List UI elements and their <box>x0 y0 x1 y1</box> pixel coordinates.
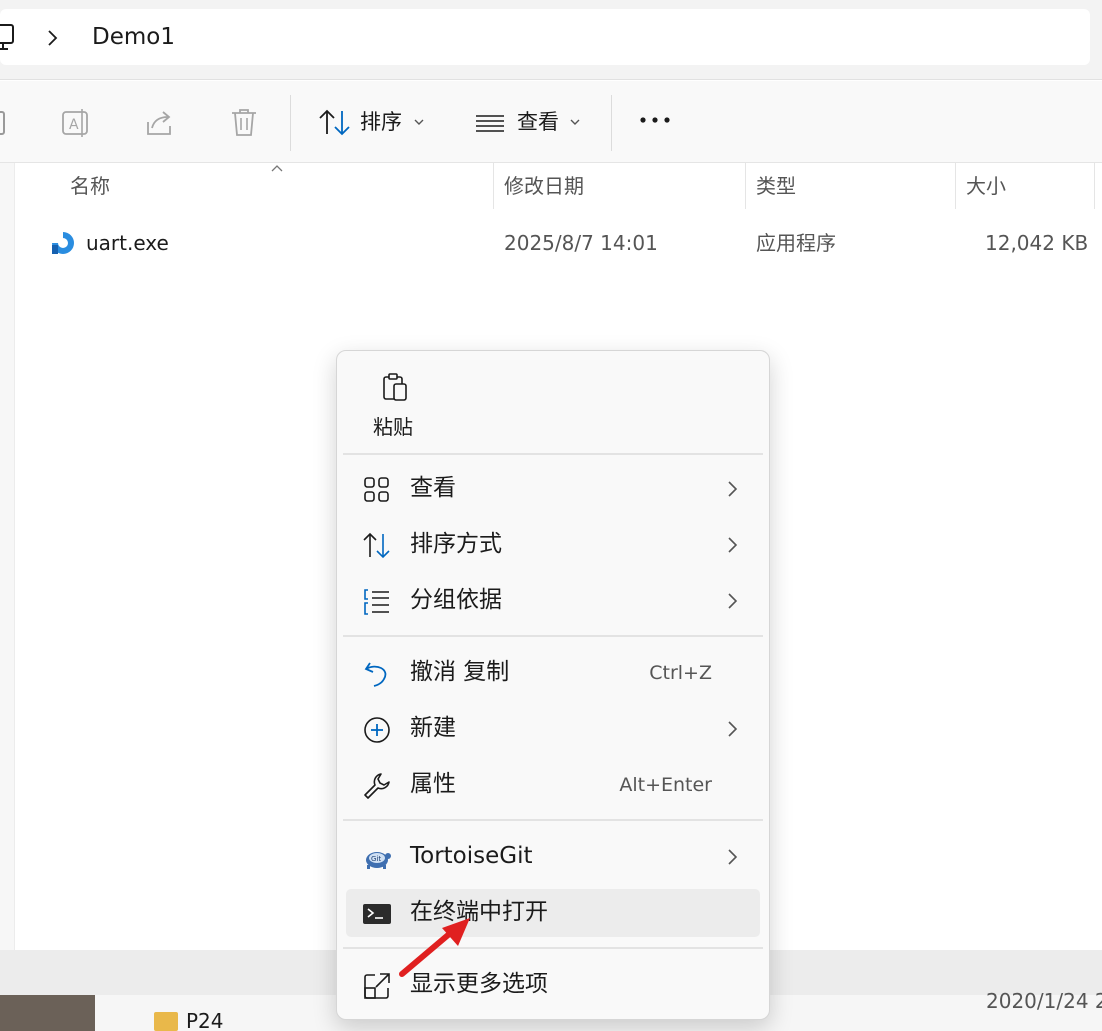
column-divider[interactable] <box>493 163 494 209</box>
menu-item-label: TortoiseGit <box>410 843 533 869</box>
menu-item-view[interactable]: 查看 <box>346 465 760 513</box>
chevron-right-icon <box>728 593 738 609</box>
menu-divider <box>343 635 763 637</box>
svg-text:Git: Git <box>371 855 381 863</box>
sort-ascending-icon <box>271 165 283 172</box>
this-pc-icon[interactable] <box>0 24 14 52</box>
svg-text:A: A <box>69 117 79 133</box>
menu-item-label: 查看 <box>410 475 456 501</box>
file-modified: 2025/8/7 14:01 <box>504 231 658 255</box>
plus-circle-icon <box>364 717 390 743</box>
background-folder-name: P24 <box>186 1009 224 1031</box>
paste-icon[interactable] <box>381 371 409 403</box>
column-divider[interactable] <box>1094 163 1095 209</box>
sort-icon <box>363 532 390 559</box>
sort-icon[interactable] <box>318 108 352 138</box>
group-list-icon <box>364 589 389 615</box>
menu-item-tortoisegit[interactable]: Git TortoiseGit <box>346 833 760 881</box>
terminal-icon <box>363 904 391 924</box>
undo-icon <box>364 662 387 687</box>
paste-label[interactable]: 粘贴 <box>373 413 413 441</box>
more-options-icon[interactable] <box>638 115 672 125</box>
breadcrumb-segment[interactable]: Demo1 <box>92 22 175 52</box>
column-divider[interactable] <box>955 163 956 209</box>
shortcut-text: Alt+Enter <box>619 774 712 796</box>
chevron-right-icon <box>728 537 738 553</box>
toolbar-divider <box>611 95 612 151</box>
column-header-size[interactable]: 大小 <box>966 172 1006 200</box>
file-size: 12,042 KB <box>985 231 1089 255</box>
folder-icon <box>154 1012 178 1031</box>
shortcut-text: Ctrl+Z <box>649 662 712 684</box>
menu-item-label: 排序方式 <box>410 531 502 557</box>
column-header-name[interactable]: 名称 <box>70 172 110 200</box>
menu-item-label: 新建 <box>410 715 456 741</box>
menu-item-label: 属性 <box>410 771 456 797</box>
grid-view-icon <box>364 477 389 502</box>
wrench-icon <box>364 773 390 799</box>
view-lines-icon[interactable] <box>474 108 506 138</box>
chevron-right-icon <box>728 849 738 865</box>
copy-icon[interactable] <box>0 108 8 136</box>
background-window-dark <box>0 995 95 1031</box>
address-bar-area: Demo1 <box>0 0 1102 80</box>
background-folder-date: 2020/1/24 2 <box>986 989 1102 1013</box>
toolbar-divider <box>290 95 291 151</box>
menu-item-label: 撤消 复制 <box>410 659 510 685</box>
menu-item-sort-by[interactable]: 排序方式 <box>346 521 760 569</box>
menu-item-undo[interactable]: 撤消 复制 Ctrl+Z <box>346 649 760 697</box>
command-bar: A 排序 查看 <box>0 81 1102 163</box>
menu-divider <box>343 819 763 821</box>
breadcrumb-chevron-icon[interactable] <box>46 28 60 48</box>
share-more-icon <box>364 973 390 999</box>
menu-divider <box>343 453 763 455</box>
share-icon[interactable] <box>144 108 176 138</box>
menu-item-label: 分组依据 <box>410 587 502 613</box>
menu-item-properties[interactable]: 属性 Alt+Enter <box>346 761 760 809</box>
menu-item-new[interactable]: 新建 <box>346 705 760 753</box>
app-exe-icon <box>52 232 74 254</box>
sort-button[interactable]: 排序 <box>360 108 402 136</box>
column-header-modified[interactable]: 修改日期 <box>504 172 584 200</box>
menu-item-group-by[interactable]: 分组依据 <box>346 577 760 625</box>
tortoisegit-icon: Git <box>366 852 391 869</box>
delete-icon[interactable] <box>228 108 260 138</box>
navigation-pane-edge <box>0 163 14 950</box>
file-type: 应用程序 <box>756 231 836 255</box>
chevron-right-icon <box>728 481 738 497</box>
chevron-down-icon[interactable] <box>569 117 581 127</box>
explorer-window: Demo1 A 排序 查看 名称 修改日期 类型 大小 uart.exe 202… <box>0 0 1102 1031</box>
chevron-right-icon <box>728 721 738 737</box>
file-name[interactable]: uart.exe <box>86 229 169 257</box>
column-header-type[interactable]: 类型 <box>756 172 796 200</box>
annotation-arrow-icon <box>399 918 470 977</box>
view-button[interactable]: 查看 <box>517 108 559 136</box>
chevron-down-icon[interactable] <box>413 117 425 127</box>
column-divider[interactable] <box>745 163 746 209</box>
rename-icon[interactable]: A <box>60 108 92 138</box>
